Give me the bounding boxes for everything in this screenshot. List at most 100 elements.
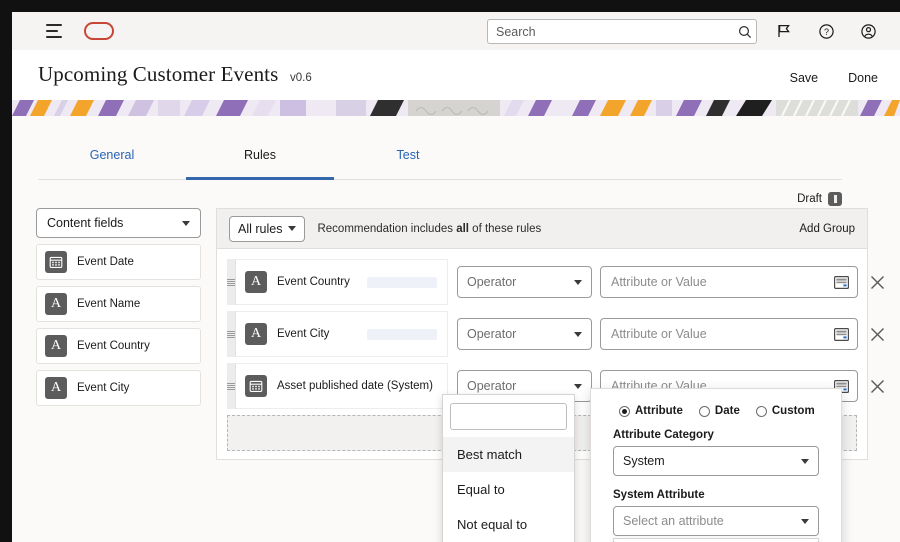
radio-attribute[interactable]: Attribute (619, 405, 683, 417)
value-select[interactable]: Attribute or Value (600, 266, 858, 298)
status-badge: Draft (797, 192, 842, 206)
attribute-value-popup: Attribute Date Custom Attribute Category… (590, 388, 842, 542)
rule-field: A Event Country (236, 259, 448, 305)
global-header: ? (12, 12, 900, 50)
calendar-icon (245, 375, 267, 397)
redacted-value (367, 276, 437, 288)
delete-rule-button[interactable] (870, 270, 885, 294)
radio-custom-label: Custom (771, 405, 815, 417)
rules-description-suffix: of these rules (468, 222, 542, 235)
operator-select-label: Operator (467, 275, 517, 289)
operator-select-label: Operator (467, 379, 517, 393)
chevron-down-icon (288, 226, 297, 231)
all-rules-label: All rules (238, 221, 283, 236)
screenshot-frame: ? Upcoming Customer Events v0.6 Save Don… (0, 0, 900, 542)
rule-field: A Event City (236, 311, 448, 357)
title-actions: Save Done (790, 71, 878, 85)
value-select-label: Attribute or Value (611, 275, 707, 289)
radio-date[interactable]: Date (698, 405, 740, 417)
rule-field-label: Asset published date (System) (277, 380, 433, 392)
value-type-radio-group: Attribute Date Custom (613, 405, 819, 417)
delete-rule-button[interactable] (870, 322, 885, 346)
all-rules-selector[interactable]: All rules (229, 215, 306, 242)
user-account-icon[interactable] (856, 19, 880, 43)
list-item[interactable]: A Event City (36, 370, 201, 406)
calendar-icon (45, 251, 67, 273)
help-icon[interactable]: ? (814, 19, 838, 43)
add-group-button[interactable]: Add Group (799, 223, 855, 235)
delete-rule-button[interactable] (870, 374, 885, 398)
operator-dropdown-menu: Best match Equal to Not equal to (442, 394, 575, 542)
radio-unselected-icon (755, 405, 767, 417)
system-attribute-dropdown-menu: Current date (613, 538, 819, 542)
menu-item-not-equal-to[interactable]: Not equal to (443, 507, 574, 542)
operator-select-label: Operator (467, 327, 517, 341)
list-item[interactable]: Event Date (36, 244, 201, 280)
tab-test[interactable]: Test (334, 148, 482, 179)
content-fields-selector-label: Content fields (47, 216, 124, 230)
attribute-category-label: Attribute Category (613, 429, 714, 441)
text-field-icon: A (45, 377, 67, 399)
content-area: General Rules Test Draft Content fields … (12, 116, 900, 542)
rule-field-label: Event Country (277, 276, 350, 288)
header-icon-group: ? (772, 19, 880, 43)
text-field-icon: A (245, 271, 267, 293)
content-fields-list: Event Date A Event Name A Event Country … (36, 244, 201, 406)
system-attribute-select[interactable]: Select an attribute (613, 506, 819, 536)
table-row: A Event City Operator Attribute or Value (227, 311, 884, 357)
drag-handle-icon[interactable] (227, 311, 236, 357)
chevron-down-icon (182, 220, 190, 226)
drag-handle-icon[interactable] (227, 259, 236, 305)
rule-field: Asset published date (System) (236, 363, 448, 409)
system-attribute-value: Select an attribute (623, 514, 724, 528)
rule-field-label: Event City (277, 328, 330, 340)
status-label: Draft (797, 193, 822, 205)
flag-icon[interactable] (772, 19, 796, 43)
menu-item-best-match[interactable]: Best match (443, 437, 574, 472)
version-label: v0.6 (290, 72, 312, 84)
list-item[interactable]: A Event Name (36, 286, 201, 322)
value-picker-icon[interactable] (834, 275, 850, 289)
attribute-category-value: System (623, 454, 665, 468)
menu-item-equal-to[interactable]: Equal to (443, 472, 574, 507)
radio-unselected-icon (698, 405, 710, 417)
attribute-category-select[interactable]: System (613, 446, 819, 476)
system-attribute-label: System Attribute (613, 489, 705, 501)
save-button[interactable]: Save (790, 71, 819, 85)
value-picker-icon[interactable] (834, 327, 850, 341)
rules-description: Recommendation includes all of these rul… (317, 223, 541, 235)
list-item-label: Event City (77, 382, 130, 394)
app-window: ? Upcoming Customer Events v0.6 Save Don… (12, 12, 900, 542)
drag-handle-icon[interactable] (227, 363, 236, 409)
search-input[interactable] (488, 24, 734, 39)
operator-select[interactable]: Operator (457, 266, 592, 298)
chevron-down-icon (574, 383, 582, 389)
value-select[interactable]: Attribute or Value (600, 318, 858, 350)
radio-selected-icon (619, 405, 630, 417)
operator-select[interactable]: Operator (457, 318, 592, 350)
list-item-label: Event Name (77, 298, 141, 310)
list-item-label: Event Date (77, 256, 134, 268)
radio-custom[interactable]: Custom (755, 405, 815, 417)
text-field-icon: A (45, 293, 67, 315)
rules-description-bold: all (456, 222, 469, 235)
content-fields-selector[interactable]: Content fields (36, 208, 201, 238)
list-item[interactable]: A Event Country (36, 328, 201, 364)
oracle-logo[interactable] (84, 22, 114, 40)
page-title: Upcoming Customer Events (38, 62, 279, 86)
table-row: A Event Country Operator Attribute or Va… (227, 259, 884, 305)
search-bar[interactable] (487, 19, 757, 44)
search-icon[interactable] (734, 21, 756, 43)
page-title-bar: Upcoming Customer Events v0.6 Save Done (12, 50, 900, 100)
hamburger-icon[interactable] (46, 24, 64, 38)
radio-attribute-label: Attribute (635, 405, 683, 417)
tab-general[interactable]: General (38, 148, 186, 179)
done-button[interactable]: Done (848, 71, 878, 85)
svg-text:?: ? (823, 27, 828, 37)
draft-pause-icon (828, 192, 842, 206)
rules-panel-header: All rules Recommendation includes all of… (217, 209, 867, 249)
tab-rules[interactable]: Rules (186, 148, 334, 180)
operator-search-input[interactable] (450, 403, 567, 430)
chevron-down-icon (574, 331, 582, 337)
radio-date-label: Date (714, 405, 740, 417)
